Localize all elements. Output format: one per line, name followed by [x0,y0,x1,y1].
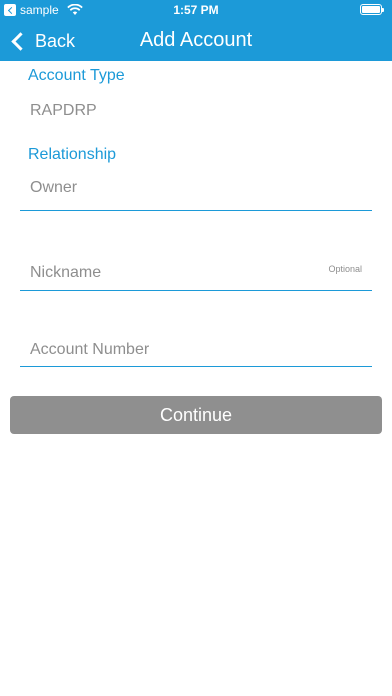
status-bar: sample 1:57 PM [0,0,392,20]
relationship-underline [20,210,372,211]
account-type-value: RAPDRP [30,102,97,119]
account-type-label: Account Type [28,67,125,84]
continue-button[interactable]: Continue [10,396,382,434]
status-time: 1:57 PM [173,3,219,17]
account-number-placeholder: Account Number [30,341,150,358]
account-number-field[interactable]: Account Number [20,335,372,369]
nickname-field[interactable]: Nickname Optional [20,258,372,292]
page-title: Add Account [139,29,253,51]
nickname-underline [20,290,372,291]
nav-bar: Back Add Account [0,20,392,61]
relationship-value: Owner [30,179,78,196]
header: sample 1:57 PM Back Add Account [0,0,392,61]
nickname-placeholder: Nickname [30,264,102,281]
account-number-underline [20,366,372,367]
account-type-field[interactable]: Account Type RAPDRP [20,66,372,132]
relationship-label: Relationship [28,146,117,163]
relationship-field[interactable]: Relationship Owner [20,144,372,212]
battery-icon [360,4,384,15]
nickname-optional-label: Optional [328,264,362,274]
